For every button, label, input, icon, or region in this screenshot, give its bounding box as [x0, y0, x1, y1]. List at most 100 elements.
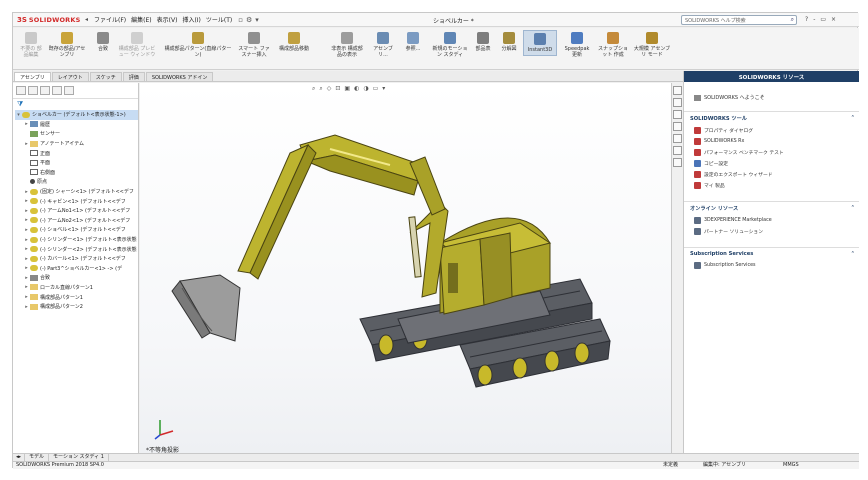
resource-link[interactable]: SOLIDWORKS Rx: [690, 136, 855, 147]
tab-motion-study[interactable]: モーション スタディ 1: [49, 454, 109, 461]
expand-icon[interactable]: ▸: [23, 294, 30, 300]
resources-tab-icon[interactable]: [673, 98, 682, 107]
expand-icon[interactable]: ▸: [23, 275, 30, 281]
custom-properties-tab-icon[interactable]: [673, 158, 682, 167]
resource-link[interactable]: マイ 製品: [690, 180, 855, 191]
expand-icon[interactable]: ▾: [15, 112, 22, 118]
tab-sketch[interactable]: スケッチ: [89, 72, 122, 81]
tab-addins[interactable]: SOLIDWORKS アドイン: [145, 72, 214, 81]
resource-link[interactable]: プロパティ ダイヤログ: [690, 125, 855, 136]
expand-icon[interactable]: ▸: [23, 304, 30, 310]
section-header[interactable]: Subscription Services ⌃: [690, 251, 855, 257]
component-preview-button[interactable]: 構成部品 プレビュー ウィンドウ: [117, 32, 157, 58]
expand-icon[interactable]: ▸: [23, 227, 30, 233]
reference-geometry-button[interactable]: 参照...: [401, 32, 425, 52]
options-icon[interactable]: ⚙: [246, 16, 252, 24]
help-icon[interactable]: ?: [805, 16, 808, 23]
tree-item[interactable]: ▸ (-) ショベル<1> (デフォルト<<デフ: [15, 225, 138, 235]
feature-tree-tab-icon[interactable]: [16, 86, 26, 95]
graphics-area[interactable]: ⌕ ⌕ ◇ ⊡ ▣ ◐ ◑ ▭ ▾ *不等角投影: [140, 83, 671, 453]
tab-assembly[interactable]: アセンブリ: [14, 72, 51, 81]
section-header[interactable]: SOLIDWORKS ツール ⌃: [690, 115, 855, 122]
design-library-tab-icon[interactable]: [673, 110, 682, 119]
dropdown-icon[interactable]: ▾: [255, 16, 259, 24]
minimize-button[interactable]: -: [813, 16, 815, 23]
expand-icon[interactable]: ▸: [23, 141, 30, 147]
solidworks-logo[interactable]: 3S SOLIDWORKS: [17, 16, 85, 24]
tree-item[interactable]: ▸ (-) シリンダー<1> (デフォルト<表示状態: [15, 235, 138, 245]
property-manager-tab-icon[interactable]: [28, 86, 38, 95]
filter-icon[interactable]: ⧩: [13, 99, 138, 110]
tree-item[interactable]: ▸ 合致: [15, 273, 138, 283]
resource-link[interactable]: Subscription Services: [690, 260, 855, 271]
help-search-input[interactable]: SOLIDWORKS ヘルプ検索 ⌕: [681, 15, 797, 25]
new-motion-study-button[interactable]: 新規のモーション スタディ: [431, 32, 469, 58]
collapse-icon[interactable]: ⌃: [851, 205, 855, 212]
mate-button[interactable]: 合致: [93, 32, 113, 52]
linear-pattern-button[interactable]: 構成部品パターン(直線パターン): [163, 32, 233, 58]
expand-icon[interactable]: ▸: [23, 256, 30, 262]
resource-link[interactable]: コピー設定: [690, 158, 855, 169]
view-palette-tab-icon[interactable]: [673, 134, 682, 143]
tree-item[interactable]: ▸ 履歴: [15, 120, 138, 130]
tree-item[interactable]: ▸ 構成部品パターン1: [15, 292, 138, 302]
dimxpert-tab-icon[interactable]: [52, 86, 62, 95]
tree-item[interactable]: センサー: [15, 129, 138, 139]
tab-model[interactable]: モデル: [25, 454, 50, 461]
take-snapshot-button[interactable]: スナップショット 作成: [597, 32, 629, 58]
tree-item[interactable]: ▸ (-) Part3^ショベルカー<1> -> (デ: [15, 264, 138, 274]
expand-icon[interactable]: ▸: [23, 189, 30, 195]
new-doc-icon[interactable]: ▫: [238, 16, 243, 24]
menu-insert[interactable]: 挿入(I): [182, 15, 200, 24]
tab-nav-icon[interactable]: ◂▸: [13, 454, 26, 461]
tree-item[interactable]: ▸ (-) カバール<1> (デフォルト<<デフ: [15, 254, 138, 264]
expand-icon[interactable]: ▸: [23, 237, 30, 243]
expand-icon[interactable]: ▸: [23, 246, 30, 252]
welcome-link[interactable]: SOLIDWORKS へようこそ: [684, 82, 859, 101]
expand-icon[interactable]: ▸: [23, 284, 30, 290]
configuration-tab-icon[interactable]: [40, 86, 50, 95]
excavator-model[interactable]: [140, 83, 671, 453]
bom-button[interactable]: 部品表: [473, 32, 493, 52]
tree-item[interactable]: ▸ アノテートアイテム: [15, 139, 138, 149]
expand-icon[interactable]: ▸: [23, 265, 30, 271]
close-button[interactable]: ×: [831, 16, 836, 23]
menu-edit[interactable]: 編集(E): [131, 15, 151, 24]
menu-file[interactable]: ファイル(F): [94, 15, 126, 24]
instant3d-button[interactable]: Instant3D: [523, 30, 557, 56]
large-assembly-mode-button[interactable]: 大規模 アセンブリ モード: [633, 32, 671, 58]
assembly-features-button[interactable]: アセンブリ...: [369, 32, 397, 58]
tree-item[interactable]: 原点: [15, 177, 138, 187]
expand-icon[interactable]: ▸: [23, 217, 30, 223]
collapse-icon[interactable]: ⌃: [851, 115, 855, 122]
section-header[interactable]: オンライン リソース ⌃: [690, 205, 855, 212]
menu-tools[interactable]: ツール(T): [206, 15, 232, 24]
resource-link[interactable]: 設定のエクスポート ウィザード: [690, 169, 855, 180]
tree-item[interactable]: 正面: [15, 148, 138, 158]
maximize-button[interactable]: ▭: [820, 16, 826, 23]
resource-link[interactable]: 3DEXPERIENCE Marketplace: [690, 215, 855, 226]
move-component-button[interactable]: 構成部品移動: [275, 32, 313, 52]
tree-item[interactable]: ▸ (-) アームNo1<1> (デフォルト<<デフ: [15, 206, 138, 216]
tree-item[interactable]: 右側面: [15, 168, 138, 178]
tree-item[interactable]: ▸ (-) キャビン<1> (デフォルト<<デフ: [15, 196, 138, 206]
appearances-tab-icon[interactable]: [673, 146, 682, 155]
tree-item[interactable]: ▸ (固定) シャーシ<1> (デフォルト<<デフ: [15, 187, 138, 197]
tree-item[interactable]: 平面: [15, 158, 138, 168]
tree-root-assembly[interactable]: ▾ ショベルカー (デフォルト<表示状態-1>): [15, 110, 138, 120]
show-hidden-button[interactable]: 非表示 構成部品の表示: [331, 32, 363, 58]
resource-link[interactable]: パフォーマンス ベンチマーク テスト: [690, 147, 855, 158]
tab-layout[interactable]: レイアウト: [51, 72, 89, 81]
unit-system[interactable]: MMGS: [783, 462, 799, 469]
expand-icon[interactable]: ▸: [23, 208, 30, 214]
edit-component-button[interactable]: 不要の 部品編集: [19, 32, 43, 58]
expand-icon[interactable]: ▸: [23, 121, 30, 127]
insert-components-button[interactable]: 既存の部品/アセンブリ: [47, 32, 87, 58]
tree-item[interactable]: ▸ 構成部品パターン2: [15, 302, 138, 312]
exploded-view-button[interactable]: 分解図: [497, 32, 521, 52]
collapse-icon[interactable]: ⌃: [851, 251, 855, 257]
smart-fasteners-button[interactable]: スマート ファスナー挿入: [237, 32, 271, 58]
tab-evaluate[interactable]: 評価: [122, 72, 145, 81]
expand-icon[interactable]: ▸: [23, 198, 30, 204]
file-explorer-tab-icon[interactable]: [673, 122, 682, 131]
